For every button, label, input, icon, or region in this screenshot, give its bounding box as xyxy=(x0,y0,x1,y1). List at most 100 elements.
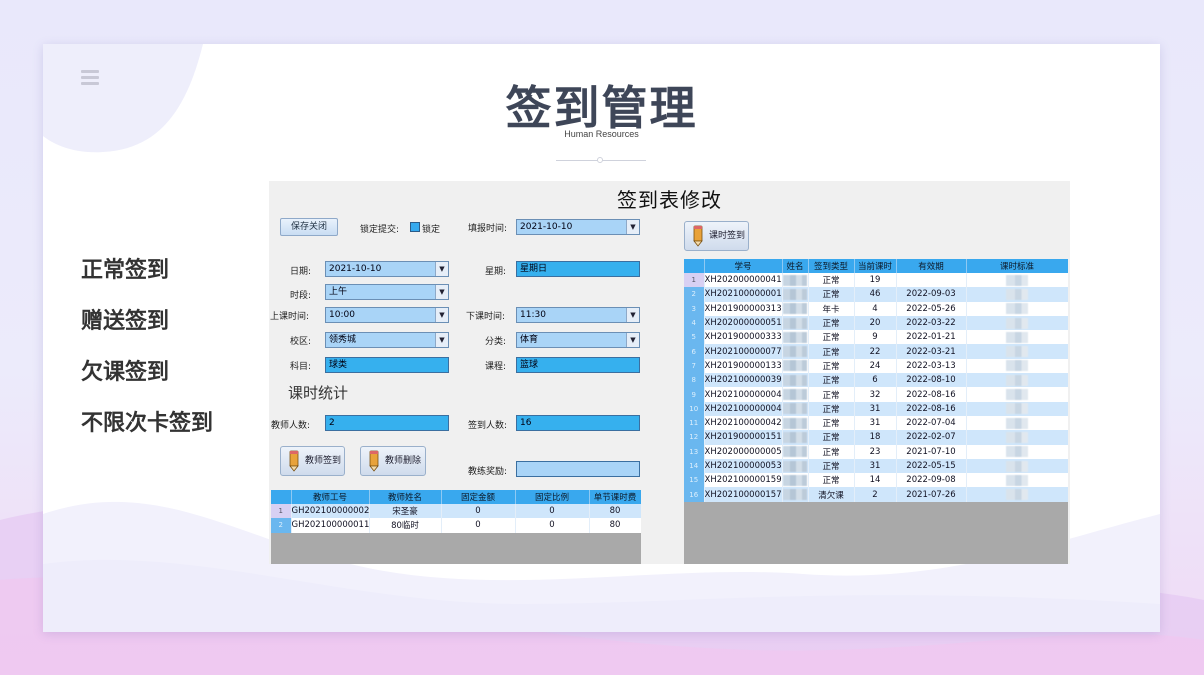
student-id-cell[interactable]: XH202000000051 xyxy=(704,315,783,331)
subject-field[interactable]: 球类 xyxy=(325,357,449,373)
valid-until-cell[interactable]: 2022-08-16 xyxy=(896,401,967,416)
student-id-cell[interactable]: XH202100000001 xyxy=(704,287,783,302)
column-header[interactable]: 固定金额 xyxy=(441,490,516,504)
student-name-cell[interactable] xyxy=(782,387,809,402)
date-combo[interactable]: 2021-10-10 ▼ xyxy=(325,261,449,277)
student-name-cell[interactable] xyxy=(782,315,809,331)
current-hours-cell[interactable]: 20 xyxy=(854,315,897,331)
weekday-field[interactable]: 星期日 xyxy=(516,261,640,277)
checkin-type-cell[interactable]: 正常 xyxy=(808,444,855,459)
dropdown-arrow-icon[interactable]: ▼ xyxy=(435,285,448,299)
table-row[interactable]: 5 XH201900000333 正常 9 2022-01-21 xyxy=(684,330,1068,345)
student-name-cell[interactable] xyxy=(782,344,809,359)
menu-item-gift-checkin[interactable]: 赠送签到 xyxy=(81,307,213,358)
lesson-fee-cell[interactable]: 80 xyxy=(589,504,641,519)
teacher-name-cell[interactable]: 宋圣豪 xyxy=(369,504,442,519)
current-hours-cell[interactable]: 46 xyxy=(854,287,897,302)
hour-standard-cell[interactable] xyxy=(966,401,1068,416)
current-hours-cell[interactable]: 22 xyxy=(854,344,897,359)
teacher-checkin-button[interactable]: 教师签到 xyxy=(280,446,345,476)
table-row[interactable]: 2 XH202100000001 正常 46 2022-09-03 xyxy=(684,287,1068,302)
current-hours-cell[interactable]: 18 xyxy=(854,430,897,445)
checkin-type-cell[interactable]: 正常 xyxy=(808,373,855,388)
hour-standard-cell[interactable] xyxy=(966,487,1068,502)
class-checkin-button[interactable]: 课时签到 xyxy=(684,221,749,251)
valid-until-cell[interactable]: 2022-02-07 xyxy=(896,430,967,445)
dropdown-arrow-icon[interactable]: ▼ xyxy=(626,220,639,234)
student-id-cell[interactable]: XH202000000005 xyxy=(704,444,783,459)
lock-checkbox[interactable] xyxy=(410,222,420,232)
current-hours-cell[interactable]: 23 xyxy=(854,444,897,459)
current-hours-cell[interactable]: 9 xyxy=(854,330,897,345)
student-name-cell[interactable] xyxy=(782,444,809,459)
end-time-combo[interactable]: 11:30 ▼ xyxy=(516,307,640,323)
valid-until-cell[interactable]: 2022-03-13 xyxy=(896,358,967,374)
table-row[interactable]: 8 XH202100000039 正常 6 2022-08-10 xyxy=(684,373,1068,388)
student-name-cell[interactable] xyxy=(782,273,809,288)
checkin-type-cell[interactable]: 正常 xyxy=(808,344,855,359)
checkin-type-cell[interactable]: 正常 xyxy=(808,458,855,474)
valid-until-cell[interactable]: 2022-08-16 xyxy=(896,387,967,402)
valid-until-cell[interactable]: 2022-09-03 xyxy=(896,287,967,302)
student-id-cell[interactable]: XH202100000053 xyxy=(704,458,783,474)
teacher-id-cell[interactable]: GH202100000002 xyxy=(291,504,370,519)
teacher-id-cell[interactable]: GH202100000011 xyxy=(291,518,370,533)
valid-until-cell[interactable]: 2022-01-21 xyxy=(896,330,967,345)
student-name-cell[interactable] xyxy=(782,287,809,302)
category-combo[interactable]: 体育 ▼ xyxy=(516,332,640,348)
checkin-type-cell[interactable]: 正常 xyxy=(808,358,855,374)
student-name-cell[interactable] xyxy=(782,401,809,416)
checkin-type-cell[interactable]: 正常 xyxy=(808,473,855,488)
hour-standard-cell[interactable] xyxy=(966,273,1068,288)
fixed-ratio-cell[interactable]: 0 xyxy=(515,504,590,519)
dropdown-arrow-icon[interactable]: ▼ xyxy=(435,262,448,276)
checkin-type-cell[interactable]: 正常 xyxy=(808,315,855,331)
valid-until-cell[interactable]: 2021-07-26 xyxy=(896,487,967,502)
current-hours-cell[interactable]: 2 xyxy=(854,487,897,502)
student-id-cell[interactable]: XH202100000157 xyxy=(704,487,783,502)
student-name-cell[interactable] xyxy=(782,415,809,431)
checkin-type-cell[interactable]: 正常 xyxy=(808,401,855,416)
checkin-type-cell[interactable]: 正常 xyxy=(808,330,855,345)
menu-item-normal-checkin[interactable]: 正常签到 xyxy=(81,256,213,307)
student-id-cell[interactable]: XH201900000313 xyxy=(704,301,783,316)
column-header[interactable]: 签到类型 xyxy=(808,259,855,273)
hour-standard-cell[interactable] xyxy=(966,344,1068,359)
hour-standard-cell[interactable] xyxy=(966,473,1068,488)
column-header[interactable]: 固定比例 xyxy=(515,490,590,504)
table-row[interactable]: 13 XH202000000005 正常 23 2021-07-10 xyxy=(684,444,1068,459)
dropdown-arrow-icon[interactable]: ▼ xyxy=(626,333,639,347)
table-row[interactable]: 1 GH202100000002 宋圣豪 0 0 80 xyxy=(271,504,641,519)
hour-standard-cell[interactable] xyxy=(966,387,1068,402)
hour-standard-cell[interactable] xyxy=(966,315,1068,331)
valid-until-cell[interactable]: 2022-05-15 xyxy=(896,458,967,474)
hour-standard-cell[interactable] xyxy=(966,444,1068,459)
student-id-cell[interactable]: XH202100000077 xyxy=(704,344,783,359)
checkin-type-cell[interactable]: 正常 xyxy=(808,387,855,402)
hour-standard-cell[interactable] xyxy=(966,373,1068,388)
checkin-type-cell[interactable]: 年卡 xyxy=(808,301,855,316)
student-id-cell[interactable]: XH202100000159 xyxy=(704,473,783,488)
table-row[interactable]: 11 XH202100000042 正常 31 2022-07-04 xyxy=(684,415,1068,431)
student-id-cell[interactable]: XH202100000004 xyxy=(704,401,783,416)
table-row[interactable]: 7 XH201900000133 正常 24 2022-03-13 xyxy=(684,358,1068,374)
start-time-combo[interactable]: 10:00 ▼ xyxy=(325,307,449,323)
student-id-cell[interactable]: XH201900000151 xyxy=(704,430,783,445)
valid-until-cell[interactable]: 2022-03-22 xyxy=(896,315,967,331)
hour-standard-cell[interactable] xyxy=(966,458,1068,474)
hour-standard-cell[interactable] xyxy=(966,287,1068,302)
table-row[interactable]: 15 XH202100000159 正常 14 2022-09-08 xyxy=(684,473,1068,488)
fixed-ratio-cell[interactable]: 0 xyxy=(515,518,590,533)
dropdown-arrow-icon[interactable]: ▼ xyxy=(435,308,448,322)
student-id-cell[interactable]: XH202100000042 xyxy=(704,415,783,431)
campus-combo[interactable]: 领秀城 ▼ xyxy=(325,332,449,348)
fixed-amount-cell[interactable]: 0 xyxy=(441,518,516,533)
table-row[interactable]: 4 XH202000000051 正常 20 2022-03-22 xyxy=(684,315,1068,331)
checkin-type-cell[interactable]: 正常 xyxy=(808,430,855,445)
fixed-amount-cell[interactable]: 0 xyxy=(441,504,516,519)
current-hours-cell[interactable]: 6 xyxy=(854,373,897,388)
student-id-cell[interactable]: XH201900000333 xyxy=(704,330,783,345)
hour-standard-cell[interactable] xyxy=(966,415,1068,431)
teacher-count-field[interactable]: 2 xyxy=(325,415,449,431)
table-row[interactable]: 14 XH202100000053 正常 31 2022-05-15 xyxy=(684,458,1068,474)
